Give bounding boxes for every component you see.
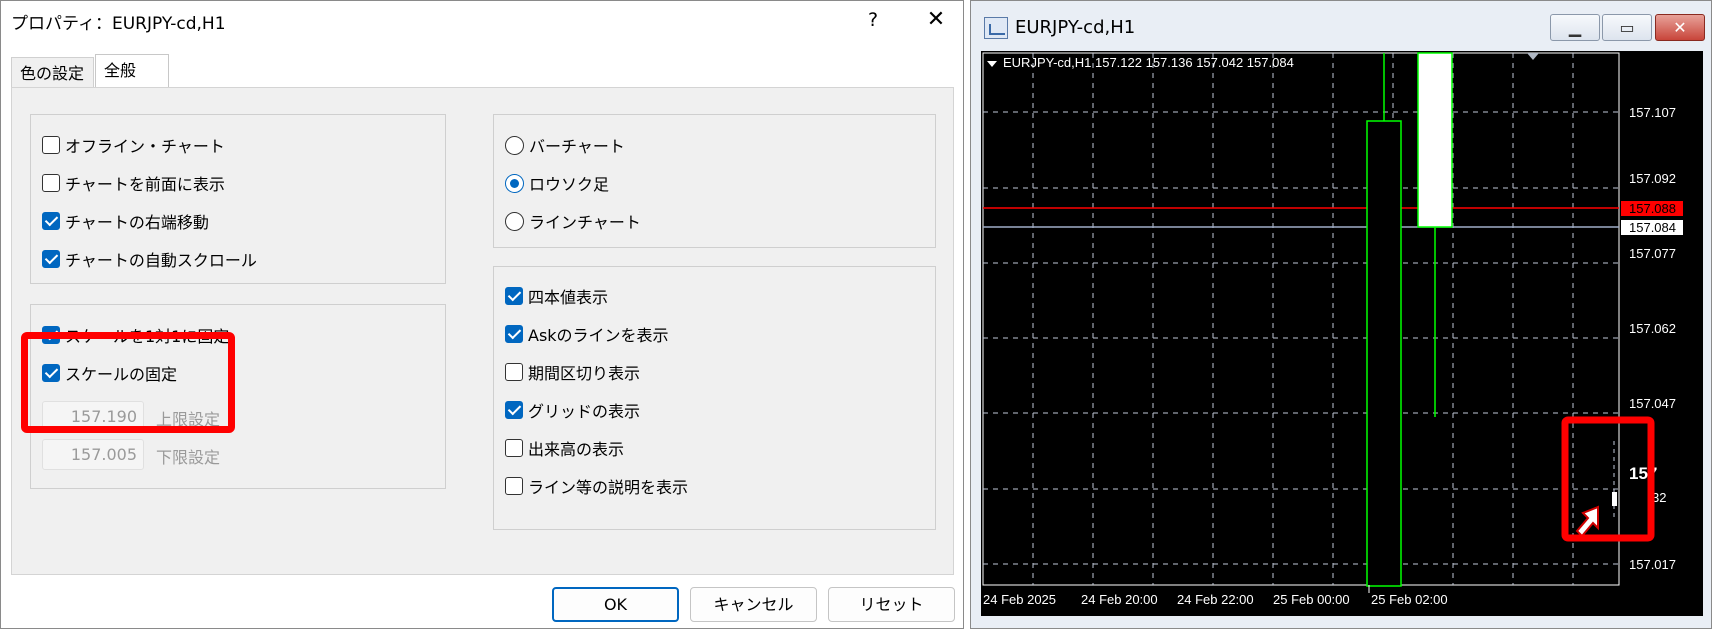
price-label: 157.092 bbox=[1629, 171, 1676, 186]
candle-body-bearish bbox=[1366, 120, 1402, 587]
option-volumes[interactable]: 出来高の表示 bbox=[505, 436, 624, 460]
lower-limit-label: 下限設定 bbox=[156, 448, 221, 467]
option-scale-fix-one-to-one[interactable]: スケールを1対1に固定 bbox=[42, 323, 229, 347]
option-label: チャートを前面に表示 bbox=[65, 175, 225, 194]
option-label: チャートの右端移動 bbox=[65, 213, 209, 232]
checkbox-checked-icon[interactable] bbox=[42, 212, 60, 230]
time-label: 25 Feb 02:00 bbox=[1371, 592, 1448, 607]
option-label: 四本値表示 bbox=[528, 288, 609, 307]
option-label: スケールを1対1に固定 bbox=[65, 327, 230, 346]
minimize-icon: ▁ bbox=[1568, 18, 1582, 37]
chart-window: EURJPY-cd,H1 ▁ ▭ ✕ EURJPY-cd,H1 157.122 … bbox=[970, 0, 1712, 629]
checkbox-icon[interactable] bbox=[505, 439, 523, 457]
scale-drag-handle[interactable] bbox=[1612, 492, 1617, 506]
close-icon: ✕ bbox=[1673, 18, 1687, 37]
option-label: チャートの自動スクロール bbox=[65, 251, 257, 270]
general-tab-panel: オフライン・チャート チャートを前面に表示 チャートの右端移動 チャートの自動ス… bbox=[11, 87, 954, 575]
checkbox-icon[interactable] bbox=[505, 363, 523, 381]
chart-menu-icon[interactable] bbox=[987, 61, 997, 67]
vertical-grid bbox=[1032, 53, 1574, 585]
time-axis: 24 Feb 2025 24 Feb 20:00 24 Feb 22:00 25… bbox=[983, 592, 1448, 607]
checkbox-checked-icon[interactable] bbox=[42, 250, 60, 268]
horizontal-grid bbox=[983, 111, 1619, 565]
reset-button[interactable]: リセット bbox=[828, 587, 955, 622]
price-label: 157.107 bbox=[1629, 105, 1676, 120]
cancel-button[interactable]: キャンセル bbox=[690, 587, 817, 622]
display-options-group: 四本値表示 Askのラインを表示 期間区切り表示 グリッドの表示 出来高の表示 … bbox=[493, 266, 936, 530]
scale-group: スケールを1対1に固定 スケールの固定 157.190 上限設定 157.005… bbox=[30, 304, 446, 489]
chart-window-icon bbox=[984, 17, 1008, 39]
properties-dialog: プロパティ：EURJPY-cd,H1 ? ✕ 色の設定 全般 オフライン・チャー… bbox=[0, 0, 964, 629]
price-label: 157.047 bbox=[1629, 396, 1676, 411]
ok-button[interactable]: OK bbox=[552, 587, 679, 622]
ask-price-label: 157.088 bbox=[1629, 201, 1676, 216]
cursor-arrow-icon bbox=[1575, 505, 1599, 538]
option-object-descriptions[interactable]: ライン等の説明を表示 bbox=[505, 474, 688, 498]
time-label: 24 Feb 20:00 bbox=[1081, 592, 1158, 607]
upper-limit-input[interactable]: 157.190 bbox=[42, 401, 144, 432]
tab-general[interactable]: 全般 bbox=[95, 54, 169, 87]
option-label: グリッドの表示 bbox=[528, 402, 641, 421]
candle-body-bullish bbox=[1417, 52, 1453, 228]
checkbox-checked-icon[interactable] bbox=[505, 401, 523, 419]
bid-price-tag: 157.084 bbox=[1621, 220, 1683, 235]
dialog-title: プロパティ：EURJPY-cd,H1 bbox=[11, 14, 226, 34]
option-label: スケールの固定 bbox=[65, 365, 178, 384]
option-ohlc[interactable]: 四本値表示 bbox=[505, 284, 608, 308]
radio-bar-chart[interactable]: バーチャート bbox=[505, 133, 625, 157]
bid-price-label: 157.084 bbox=[1629, 220, 1676, 235]
radio-line-chart[interactable]: ラインチャート bbox=[505, 209, 641, 233]
restore-icon: ▭ bbox=[1619, 18, 1635, 37]
shift-marker-icon[interactable] bbox=[1527, 53, 1539, 60]
help-button[interactable]: ? bbox=[858, 5, 888, 35]
time-label: 25 Feb 00:00 bbox=[1273, 592, 1350, 607]
tab-color-settings[interactable]: 色の設定 bbox=[11, 57, 94, 87]
plot-border bbox=[982, 52, 1620, 586]
option-offline-chart[interactable]: オフライン・チャート bbox=[42, 133, 225, 157]
time-label: 24 Feb 2025 bbox=[983, 592, 1056, 607]
time-label: 24 Feb 22:00 bbox=[1177, 592, 1254, 607]
chart-window-title: EURJPY-cd,H1 bbox=[1015, 17, 1136, 38]
option-label: 出来高の表示 bbox=[528, 440, 625, 459]
radio-icon[interactable] bbox=[505, 211, 524, 231]
close-button[interactable]: ✕ bbox=[921, 5, 951, 35]
option-ask-line[interactable]: Askのラインを表示 bbox=[505, 322, 669, 346]
checkbox-checked-icon[interactable] bbox=[505, 287, 523, 305]
price-label: 157.017 bbox=[1629, 557, 1676, 572]
checkbox-checked-icon[interactable] bbox=[505, 325, 523, 343]
window-close-button[interactable]: ✕ bbox=[1655, 14, 1705, 41]
option-grid[interactable]: グリッドの表示 bbox=[505, 398, 640, 422]
maximize-button[interactable]: ▭ bbox=[1602, 14, 1652, 41]
checkbox-checked-icon[interactable] bbox=[42, 326, 60, 344]
checkbox-icon[interactable] bbox=[42, 136, 60, 154]
radio-icon[interactable] bbox=[505, 135, 524, 155]
radio-candlestick[interactable]: ロウソク足 bbox=[505, 171, 609, 195]
chart-type-group: バーチャート ロウソク足 ラインチャート bbox=[493, 114, 936, 248]
radio-selected-icon[interactable] bbox=[505, 173, 524, 193]
option-label: 期間区切り表示 bbox=[528, 364, 641, 383]
upper-limit-label: 上限設定 bbox=[156, 410, 221, 429]
checkbox-icon[interactable] bbox=[42, 174, 60, 192]
price-label: 157.077 bbox=[1629, 246, 1676, 261]
option-label: Askのラインを表示 bbox=[528, 326, 669, 345]
checkbox-checked-icon[interactable] bbox=[42, 364, 60, 382]
radio-label: バーチャート bbox=[529, 137, 625, 156]
price-label: 157.062 bbox=[1629, 321, 1676, 336]
option-label: ライン等の説明を表示 bbox=[528, 478, 689, 497]
chart-info-line: EURJPY-cd,H1 157.122 157.136 157.042 157… bbox=[1003, 55, 1294, 70]
radio-label: ラインチャート bbox=[529, 213, 641, 232]
option-label: オフライン・チャート bbox=[65, 137, 225, 156]
option-period-separators[interactable]: 期間区切り表示 bbox=[505, 360, 640, 384]
checkbox-icon[interactable] bbox=[505, 477, 523, 495]
option-chart-shift[interactable]: チャートの右端移動 bbox=[42, 209, 209, 233]
lower-limit-input[interactable]: 157.005 bbox=[42, 439, 144, 470]
option-chart-foreground[interactable]: チャートを前面に表示 bbox=[42, 171, 225, 195]
minimize-button[interactable]: ▁ bbox=[1550, 14, 1600, 41]
chart-behavior-group: オフライン・チャート チャートを前面に表示 チャートの右端移動 チャートの自動ス… bbox=[30, 114, 446, 284]
price-chart[interactable]: EURJPY-cd,H1 157.122 157.136 157.042 157… bbox=[981, 51, 1703, 616]
option-scale-fix[interactable]: スケールの固定 bbox=[42, 361, 177, 385]
radio-label: ロウソク足 bbox=[529, 175, 610, 194]
ask-price-tag: 157.088 bbox=[1621, 201, 1683, 216]
option-auto-scroll[interactable]: チャートの自動スクロール bbox=[42, 247, 257, 271]
